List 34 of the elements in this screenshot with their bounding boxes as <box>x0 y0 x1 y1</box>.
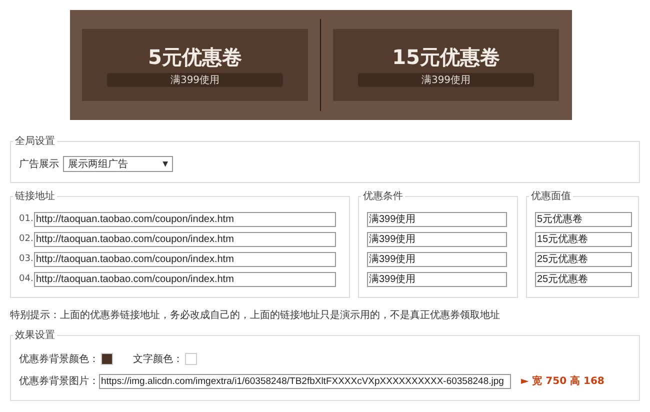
coupon-amount: 15元优惠卷 <box>392 44 500 70</box>
row-number: 04. <box>19 274 34 284</box>
panel-title: 优惠条件 <box>362 190 404 203</box>
size-hint: ► 宽 750 高 168 <box>521 374 604 388</box>
color-swatch[interactable] <box>101 353 113 365</box>
link-input[interactable]: http://taoquan.taobao.com/coupon/index.htm <box>34 232 336 246</box>
panel-title: 全局设置 <box>14 134 56 148</box>
panel-title: 效果设置 <box>14 328 56 342</box>
face-value-input[interactable]: 15元优惠卷 <box>535 232 632 246</box>
face-value-input[interactable]: 5元优惠卷 <box>535 212 632 226</box>
condition-input[interactable]: 满399使用 <box>367 232 507 246</box>
link-input[interactable]: http://taoquan.taobao.com/coupon/index.htm <box>34 212 336 226</box>
notice-text: 特别提示：上面的优惠券链接地址，务必改成自己的，上面的链接地址只是演示用的，不是真正优惠券领取地址 <box>10 308 501 322</box>
panel-title: 优惠面值 <box>530 190 572 203</box>
field-label: 优惠券背景图片： <box>19 374 99 388</box>
field-label: 文字颜色： <box>133 352 183 366</box>
face-value-input[interactable]: 25元优惠卷 <box>535 272 632 286</box>
condition-input[interactable]: 满399使用 <box>367 252 507 266</box>
row-number: 01. <box>19 214 34 224</box>
field-label: 广告展示 <box>19 158 59 171</box>
field-label: 优惠券背景颜色： <box>19 352 99 366</box>
condition-input[interactable]: 满399使用 <box>367 272 507 286</box>
panel-title: 链接地址 <box>14 190 56 203</box>
condition-input[interactable]: 满399使用 <box>367 212 507 226</box>
color-swatch[interactable] <box>185 353 197 365</box>
row-number: 02. <box>19 234 34 244</box>
coupon-condition: 满399使用 <box>107 72 283 86</box>
link-input[interactable]: http://taoquan.taobao.com/coupon/index.htm <box>34 252 336 266</box>
coupon-condition: 满399使用 <box>358 72 534 86</box>
link-input[interactable]: http://taoquan.taobao.com/coupon/index.htm <box>34 272 336 286</box>
face-value-input[interactable]: 25元优惠卷 <box>535 252 632 266</box>
row-number: 03. <box>19 254 34 264</box>
coupon-amount: 5元优惠卷 <box>148 44 242 70</box>
image-url-input[interactable]: https://img.alicdn.com/imgextra/i1/60358248/TB2fbXltFXXXXcVXpXXXXXXXXXX-60358248.jpg <box>99 374 511 388</box>
